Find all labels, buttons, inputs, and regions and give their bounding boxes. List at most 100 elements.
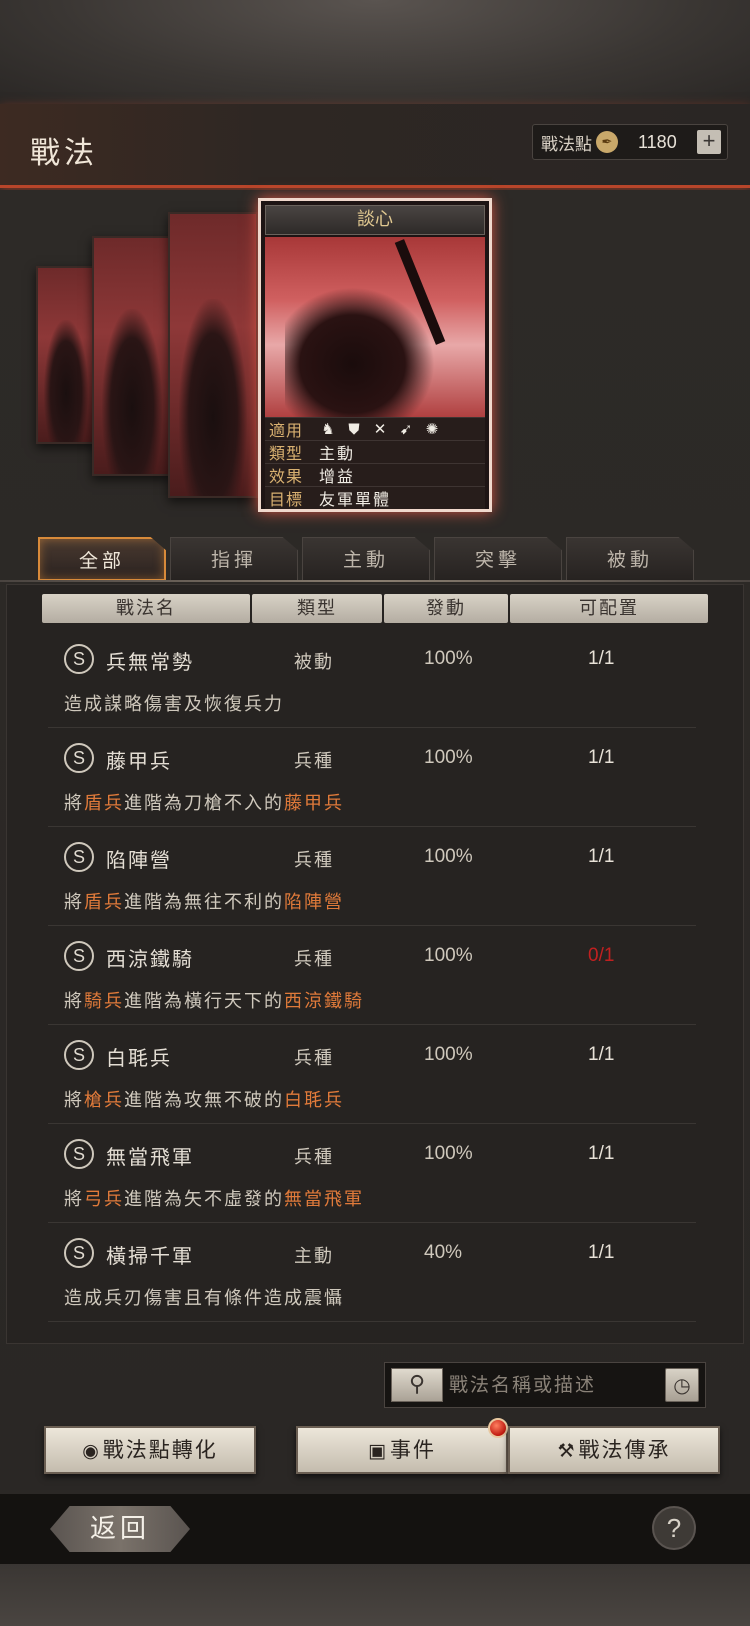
- card-silhouette: [101, 308, 163, 474]
- desc-highlight: 陷陣營: [284, 892, 344, 913]
- tactic-slots: 1/1: [588, 648, 615, 669]
- desc-highlight: 西涼鐵騎: [284, 991, 364, 1012]
- tactic-points-display: 戰法點 ✒ 1180 +: [532, 124, 728, 160]
- card-back-1[interactable]: [36, 266, 96, 444]
- unit-icons: ♞ ⛊ ✕ ➹ ✺: [311, 420, 441, 438]
- desc-highlight: 藤甲兵: [284, 793, 344, 814]
- grade-badge: S: [64, 1139, 94, 1169]
- hammer-icon: ⚒: [557, 1440, 577, 1462]
- tactic-rate: 100%: [424, 648, 473, 669]
- table-row[interactable]: S 藤甲兵 兵種 100% 1/1 將盾兵進階為刀槍不入的藤甲兵: [48, 731, 696, 827]
- grade-badge: S: [64, 743, 94, 773]
- tab-command[interactable]: 指揮: [170, 537, 298, 581]
- card-artwork: [265, 237, 485, 417]
- tab-active[interactable]: 主動: [302, 537, 430, 581]
- siege-icon: ✺: [425, 420, 439, 438]
- shield-icon: ⛊: [348, 420, 360, 438]
- info-value: 主動: [319, 444, 356, 463]
- desc-highlight: 盾兵: [84, 793, 124, 814]
- grade-badge: S: [64, 941, 94, 971]
- search-bar: ⚲ ◷: [384, 1362, 706, 1408]
- tactic-rate: 100%: [424, 1143, 473, 1164]
- tactic-type: 兵種: [294, 949, 334, 970]
- tactic-description: 將弓兵進階為矢不虛發的無當飛軍: [64, 1185, 364, 1211]
- add-points-button[interactable]: +: [697, 130, 721, 154]
- grade-badge: S: [64, 842, 94, 872]
- tactic-description: 將槍兵進階為攻無不破的白毦兵: [64, 1086, 344, 1112]
- desc-highlight: 騎兵: [84, 991, 124, 1012]
- back-button[interactable]: 返回: [50, 1506, 190, 1552]
- desc-text: 將: [64, 1090, 84, 1111]
- bow-icon: ✕: [373, 420, 387, 438]
- tactic-type: 兵種: [294, 1147, 334, 1168]
- tactic-name: 西涼鐵騎: [106, 947, 194, 971]
- desc-highlight: 盾兵: [84, 892, 124, 913]
- table-row[interactable]: S 橫掃千軍 主動 40% 1/1 造成兵刃傷害且有條件造成震懾: [48, 1226, 696, 1322]
- table-row[interactable]: S 兵無常勢 被動 100% 1/1 造成謀略傷害及恢復兵力: [48, 632, 696, 728]
- tactic-slots: 1/1: [588, 1143, 615, 1164]
- card-info-row: 適用 ♞ ⛊ ✕ ➹ ✺: [265, 417, 485, 440]
- tactic-type: 主動: [294, 1246, 334, 1267]
- spear-icon: ➹: [399, 420, 413, 438]
- inherit-label: 戰法傳承: [578, 1438, 671, 1462]
- column-header-name[interactable]: 戰法名: [42, 594, 250, 623]
- notification-dot: [488, 1418, 508, 1438]
- tactic-type: 兵種: [294, 751, 334, 772]
- tactic-rate: 100%: [424, 1044, 473, 1065]
- tab-passive[interactable]: 被動: [566, 537, 694, 581]
- desc-text: 將: [64, 1189, 84, 1210]
- table-row[interactable]: S 西涼鐵騎 兵種 100% 0/1 將騎兵進階為橫行天下的西涼鐵騎: [48, 929, 696, 1025]
- tactic-name: 無當飛軍: [106, 1145, 194, 1169]
- convert-label: 戰法點轉化: [102, 1438, 218, 1462]
- info-key: 適用: [269, 421, 304, 440]
- search-icon[interactable]: ⚲: [391, 1368, 443, 1402]
- warrior-silhouette: [285, 287, 435, 417]
- info-key: 目標: [269, 490, 304, 509]
- card-name: 談心: [265, 205, 485, 235]
- clock-icon[interactable]: ◷: [665, 1368, 699, 1402]
- info-value: 增益: [319, 467, 356, 486]
- event-icon: ▣: [368, 1440, 388, 1462]
- selected-tactic-card[interactable]: 談心 適用 ♞ ⛊ ✕ ➹ ✺ 類型 主動 效果 增益 目標 友軍單體: [258, 198, 492, 512]
- tactic-slots: 1/1: [588, 846, 615, 867]
- tactic-description: 將盾兵進階為無往不利的陷陣營: [64, 888, 344, 914]
- card-back-2[interactable]: [92, 236, 172, 476]
- tactic-description: 將騎兵進階為橫行天下的西涼鐵騎: [64, 987, 364, 1013]
- desc-text: 將: [64, 991, 84, 1012]
- inherit-button[interactable]: ⚒戰法傳承: [508, 1426, 720, 1474]
- table-row[interactable]: S 白毦兵 兵種 100% 1/1 將槍兵進階為攻無不破的白毦兵: [48, 1028, 696, 1124]
- card-back-3[interactable]: [168, 212, 258, 498]
- tactic-rate: 100%: [424, 846, 473, 867]
- tactic-rate: 40%: [424, 1242, 463, 1263]
- coin-icon: ✒: [596, 131, 618, 153]
- tactic-type: 兵種: [294, 1048, 334, 1069]
- help-button[interactable]: ?: [652, 1506, 696, 1550]
- card-silhouette: [178, 298, 248, 496]
- points-label: 戰法點: [541, 134, 592, 155]
- convert-points-button[interactable]: ◉戰法點轉化: [44, 1426, 256, 1474]
- desc-text: 造成兵刃傷害且有條件造成震懾: [64, 1288, 344, 1309]
- tab-assault[interactable]: 突擊: [434, 537, 562, 581]
- card-info-row: 類型 主動: [265, 440, 485, 463]
- table-row[interactable]: S 陷陣營 兵種 100% 1/1 將盾兵進階為無往不利的陷陣營: [48, 830, 696, 926]
- table-row[interactable]: S 無當飛軍 兵種 100% 1/1 將弓兵進階為矢不虛發的無當飛軍: [48, 1127, 696, 1223]
- tactic-slots: 0/1: [588, 945, 615, 966]
- tactic-type: 兵種: [294, 850, 334, 871]
- card-info-row: 目標 友軍單體: [265, 486, 485, 509]
- tactic-description: 造成兵刃傷害且有條件造成震懾: [64, 1284, 344, 1310]
- column-header-rate[interactable]: 發動: [384, 594, 508, 623]
- desc-highlight: 弓兵: [84, 1189, 124, 1210]
- desc-text: 將: [64, 793, 84, 814]
- cavalry-icon: ♞: [321, 420, 335, 438]
- page-title: 戰法: [30, 136, 98, 171]
- column-header-type[interactable]: 類型: [252, 594, 382, 623]
- column-header-slots[interactable]: 可配置: [510, 594, 708, 623]
- search-input[interactable]: [449, 1369, 649, 1401]
- desc-highlight: 槍兵: [84, 1090, 124, 1111]
- events-button[interactable]: ▣事件: [296, 1426, 508, 1474]
- desc-text: 進階為矢不虛發的: [124, 1189, 284, 1210]
- tab-all[interactable]: 全部: [38, 537, 166, 581]
- info-key: 效果: [269, 467, 304, 486]
- tactic-rate: 100%: [424, 945, 473, 966]
- desc-text: 進階為刀槍不入的: [124, 793, 284, 814]
